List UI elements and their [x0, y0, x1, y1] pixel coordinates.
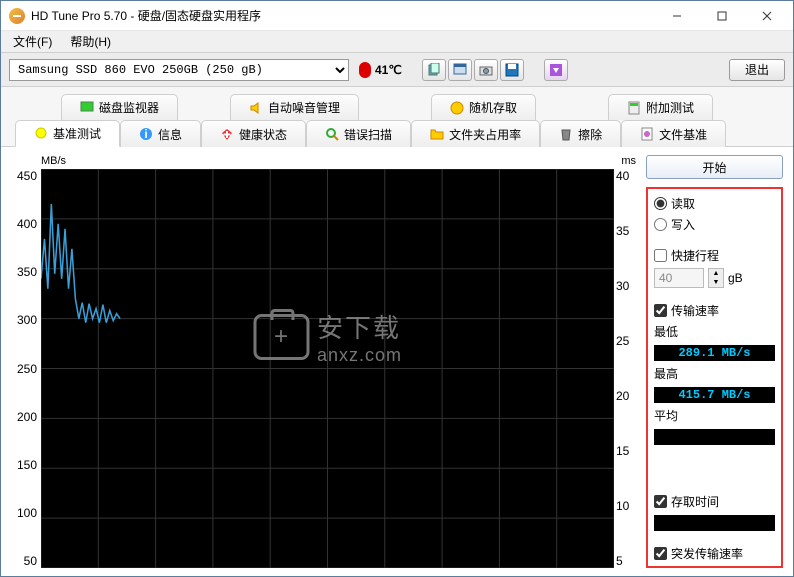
tab-label: 自动噪音管理 [268, 99, 340, 116]
tab-random-access[interactable]: 随机存取 [431, 94, 536, 120]
folder-icon [430, 127, 444, 141]
min-value: 289.1 MB/s [654, 345, 775, 361]
info-icon: i [139, 127, 153, 141]
tab-folder-usage[interactable]: 文件夹占用率 [411, 120, 540, 147]
file-icon [640, 127, 654, 141]
tab-auto-noise[interactable]: 自动噪音管理 [230, 94, 359, 120]
menu-help[interactable]: 帮助(H) [62, 31, 119, 52]
window-icon [453, 63, 467, 77]
thermometer-icon [359, 62, 371, 78]
avg-value [654, 429, 775, 445]
chart-canvas: 安下载 anxz.com [41, 169, 614, 568]
tab-health[interactable]: 健康状态 [201, 120, 306, 147]
check-burst-rate[interactable]: 突发传输速率 [654, 545, 775, 562]
minimize-button[interactable] [654, 2, 699, 30]
benchmark-options-panel: 读取 写入 快捷行程 ▲▼ gB 传输速率 最低 289.1 MB/s 最高 4… [646, 187, 783, 568]
gb-input [654, 268, 704, 288]
y-right-label: ms [621, 155, 636, 167]
search-icon [325, 127, 339, 141]
toolbar: Samsung SSD 860 EVO 250GB (250 gB) 41℃ 退… [1, 53, 793, 87]
side-panel: 开始 读取 写入 快捷行程 ▲▼ gB 传输速率 最低 289.1 MB/s 最… [646, 155, 783, 568]
y-right-ticks: 403530252015105 [616, 169, 636, 568]
monitor-icon [80, 101, 94, 115]
camera-icon [479, 63, 493, 77]
maximize-icon [717, 11, 727, 21]
temperature-value: 41℃ [375, 63, 402, 77]
titlebar: HD Tune Pro 5.70 - 硬盘/固态硬盘实用程序 [1, 1, 793, 31]
chart-area: MB/s ms 45040035030025020015010050 40353… [11, 155, 636, 568]
tab-label: 随机存取 [469, 99, 517, 116]
save-button[interactable] [500, 59, 524, 81]
spin-up-icon: ▲ [709, 269, 723, 278]
maximize-button[interactable] [699, 2, 744, 30]
min-label: 最低 [654, 323, 775, 340]
save-icon [505, 63, 519, 77]
minimize-icon [672, 11, 682, 21]
close-button[interactable] [744, 2, 789, 30]
tab-label: 信息 [158, 126, 182, 143]
radio-write[interactable]: 写入 [654, 216, 775, 233]
radio-read[interactable]: 读取 [654, 195, 775, 212]
options-button[interactable] [544, 59, 568, 81]
tab-file-benchmark[interactable]: 文件基准 [621, 120, 726, 147]
access-time-value [654, 515, 775, 531]
copy-info-button[interactable] [422, 59, 446, 81]
check-quick-stroke[interactable]: 快捷行程 [654, 247, 775, 264]
trash-icon [559, 127, 573, 141]
tab-erase[interactable]: 擦除 [540, 120, 621, 147]
y-left-label: MB/s [41, 155, 66, 167]
max-label: 最高 [654, 365, 775, 382]
copy-icon [427, 63, 441, 77]
menubar: 文件(F) 帮助(H) [1, 31, 793, 53]
tab-label: 磁盘监视器 [99, 99, 159, 116]
check-access-time[interactable]: 存取时间 [654, 493, 775, 510]
gb-spinner[interactable]: ▲▼ gB [654, 268, 775, 288]
y-left-ticks: 45040035030025020015010050 [11, 169, 37, 568]
bulb-icon [34, 127, 48, 141]
close-icon [762, 11, 772, 21]
disk-icon [450, 101, 464, 115]
tab-label: 健康状态 [239, 126, 287, 143]
screenshot-button[interactable] [474, 59, 498, 81]
app-icon [9, 8, 25, 24]
exit-button[interactable]: 退出 [729, 59, 785, 81]
tab-label: 擦除 [578, 126, 602, 143]
tab-label: 附加测试 [646, 99, 694, 116]
tab-label: 错误扫描 [344, 126, 392, 143]
tab-label: 文件基准 [659, 126, 707, 143]
calc-icon [627, 101, 641, 115]
drive-select[interactable]: Samsung SSD 860 EVO 250GB (250 gB) [9, 59, 349, 81]
menu-file[interactable]: 文件(F) [5, 31, 60, 52]
speaker-icon [249, 101, 263, 115]
gb-unit-label: gB [728, 271, 743, 285]
down-arrow-icon [549, 63, 563, 77]
max-value: 415.7 MB/s [654, 387, 775, 403]
avg-label: 平均 [654, 407, 775, 424]
tab-additional-test[interactable]: 附加测试 [608, 94, 713, 120]
svg-text:i: i [144, 127, 147, 141]
start-button[interactable]: 开始 [646, 155, 783, 179]
tab-benchmark[interactable]: 基准测试 [15, 120, 120, 147]
window-title: HD Tune Pro 5.70 - 硬盘/固态硬盘实用程序 [31, 7, 654, 24]
health-icon [220, 127, 234, 141]
tab-label: 文件夹占用率 [449, 126, 521, 143]
tabs-row-2: 基准测试 i 信息 健康状态 错误扫描 文件夹占用率 擦除 文件基准 [1, 119, 793, 146]
tab-label: 基准测试 [53, 125, 101, 142]
tab-disk-monitor[interactable]: 磁盘监视器 [61, 94, 178, 120]
tabs-row-1: 磁盘监视器 自动噪音管理 随机存取 附加测试 [1, 87, 793, 119]
check-transfer-rate[interactable]: 传输速率 [654, 302, 775, 319]
copy-screenshot-button[interactable] [448, 59, 472, 81]
spin-down-icon: ▼ [709, 278, 723, 287]
tab-info[interactable]: i 信息 [120, 120, 201, 147]
temperature-display: 41℃ [359, 62, 402, 78]
tab-error-scan[interactable]: 错误扫描 [306, 120, 411, 147]
